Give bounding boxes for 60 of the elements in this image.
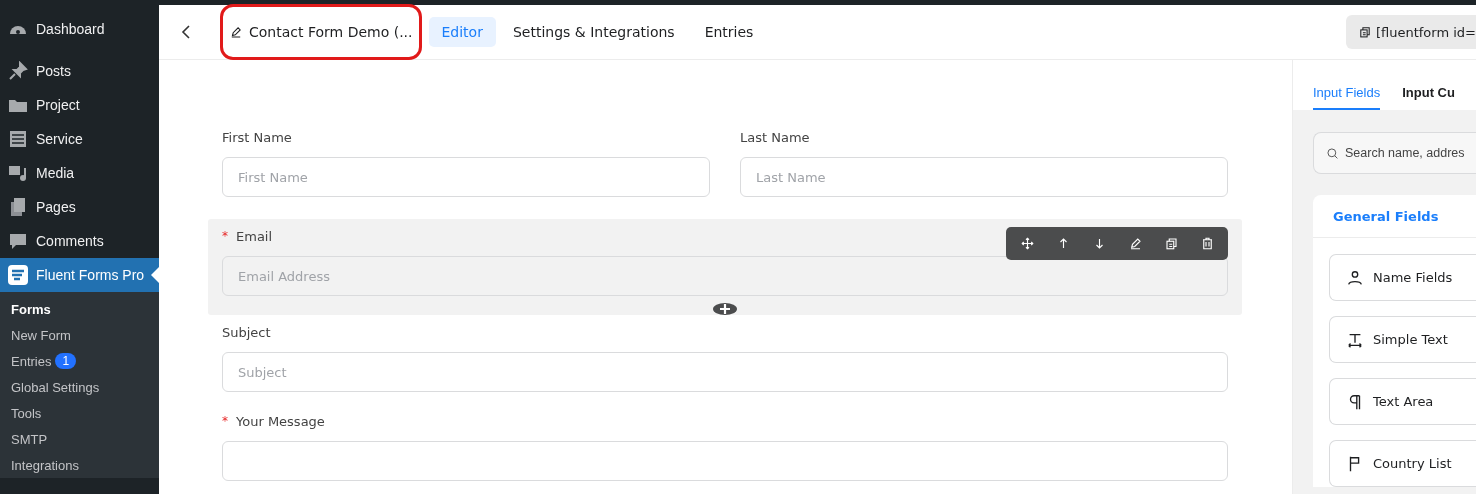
submenu-label: Forms xyxy=(11,301,51,317)
field-label: Your Message xyxy=(236,414,325,429)
search-input[interactable]: Search name, addres xyxy=(1345,146,1476,160)
field-type-item[interactable]: Simple Text xyxy=(1329,316,1476,363)
pages-icon xyxy=(8,197,28,217)
field-type-item[interactable]: Country List xyxy=(1329,440,1476,487)
input-field[interactable]: First Name xyxy=(222,157,710,197)
search-box[interactable]: Search name, addres xyxy=(1313,132,1476,174)
count-badge: 1 xyxy=(55,353,77,369)
tab[interactable]: Input Cu xyxy=(1402,60,1455,110)
submenu-label: New Form xyxy=(11,327,71,343)
submenu-label: SMTP xyxy=(11,431,48,447)
menu-item[interactable]: Fluent Forms Pro xyxy=(0,258,159,292)
required-asterisk: * xyxy=(222,229,228,244)
menu-item[interactable]: Dashboard xyxy=(0,12,159,46)
required-asterisk: * xyxy=(222,414,228,429)
submenu-item[interactable]: Forms xyxy=(0,296,159,322)
menu-item[interactable]: Service xyxy=(0,122,159,156)
submenu-item[interactable]: SMTP xyxy=(0,426,159,452)
form-title[interactable]: Contact Form Demo (... xyxy=(223,7,419,57)
submenu-item[interactable]: Tools xyxy=(0,400,159,426)
input-field[interactable]: Last Name xyxy=(740,157,1228,197)
menu-item[interactable]: Project xyxy=(0,88,159,122)
list-icon xyxy=(8,129,28,149)
submenu-item[interactable]: Global Settings xyxy=(0,374,159,400)
speech-bubble-icon xyxy=(8,231,28,251)
submenu-item[interactable]: Integrations xyxy=(0,452,159,478)
input-field[interactable]: Email Address xyxy=(222,256,1228,296)
submenu-item[interactable]: New Form xyxy=(0,322,159,348)
menu-item[interactable]: Media xyxy=(0,156,159,190)
field-type-item[interactable]: Text Area xyxy=(1329,378,1476,425)
plus-icon xyxy=(719,303,731,315)
media-icon xyxy=(8,163,28,183)
pencil-icon xyxy=(229,25,243,39)
menu-item[interactable]: Posts xyxy=(0,54,159,88)
search-icon xyxy=(1326,146,1339,160)
submenu-item[interactable]: Entries 1 xyxy=(0,348,159,374)
shortcode-button[interactable]: [fluentform id= xyxy=(1345,15,1476,49)
submenu-label: Entries xyxy=(11,353,52,369)
section-heading: General Fields xyxy=(1313,195,1476,238)
copy-icon xyxy=(1357,25,1372,39)
field-type-item[interactable]: Name Fields xyxy=(1329,254,1476,301)
field-label: Subject xyxy=(222,325,271,340)
submenu-label: Integrations xyxy=(11,457,79,473)
field-label: First Name xyxy=(222,130,292,145)
form-logo-icon xyxy=(8,265,28,285)
form-title-text: Contact Form Demo (... xyxy=(249,24,413,40)
pin-icon xyxy=(8,61,28,81)
field-label: Last Name xyxy=(740,130,810,145)
person-icon xyxy=(1346,268,1364,287)
tab[interactable]: Entries xyxy=(691,17,767,47)
field-label: Email xyxy=(236,229,273,244)
menu-item[interactable]: Pages xyxy=(0,190,159,224)
submenu-label: Tools xyxy=(11,405,42,421)
tab[interactable]: Settings & Integrations xyxy=(499,17,688,47)
input-field[interactable]: Subject xyxy=(222,352,1228,392)
selected-field-block[interactable]: * Email Email Address xyxy=(208,219,1242,315)
submenu-label: Global Settings xyxy=(11,379,100,395)
menu-item[interactable]: Comments xyxy=(0,224,159,258)
input-field[interactable] xyxy=(222,441,1228,481)
